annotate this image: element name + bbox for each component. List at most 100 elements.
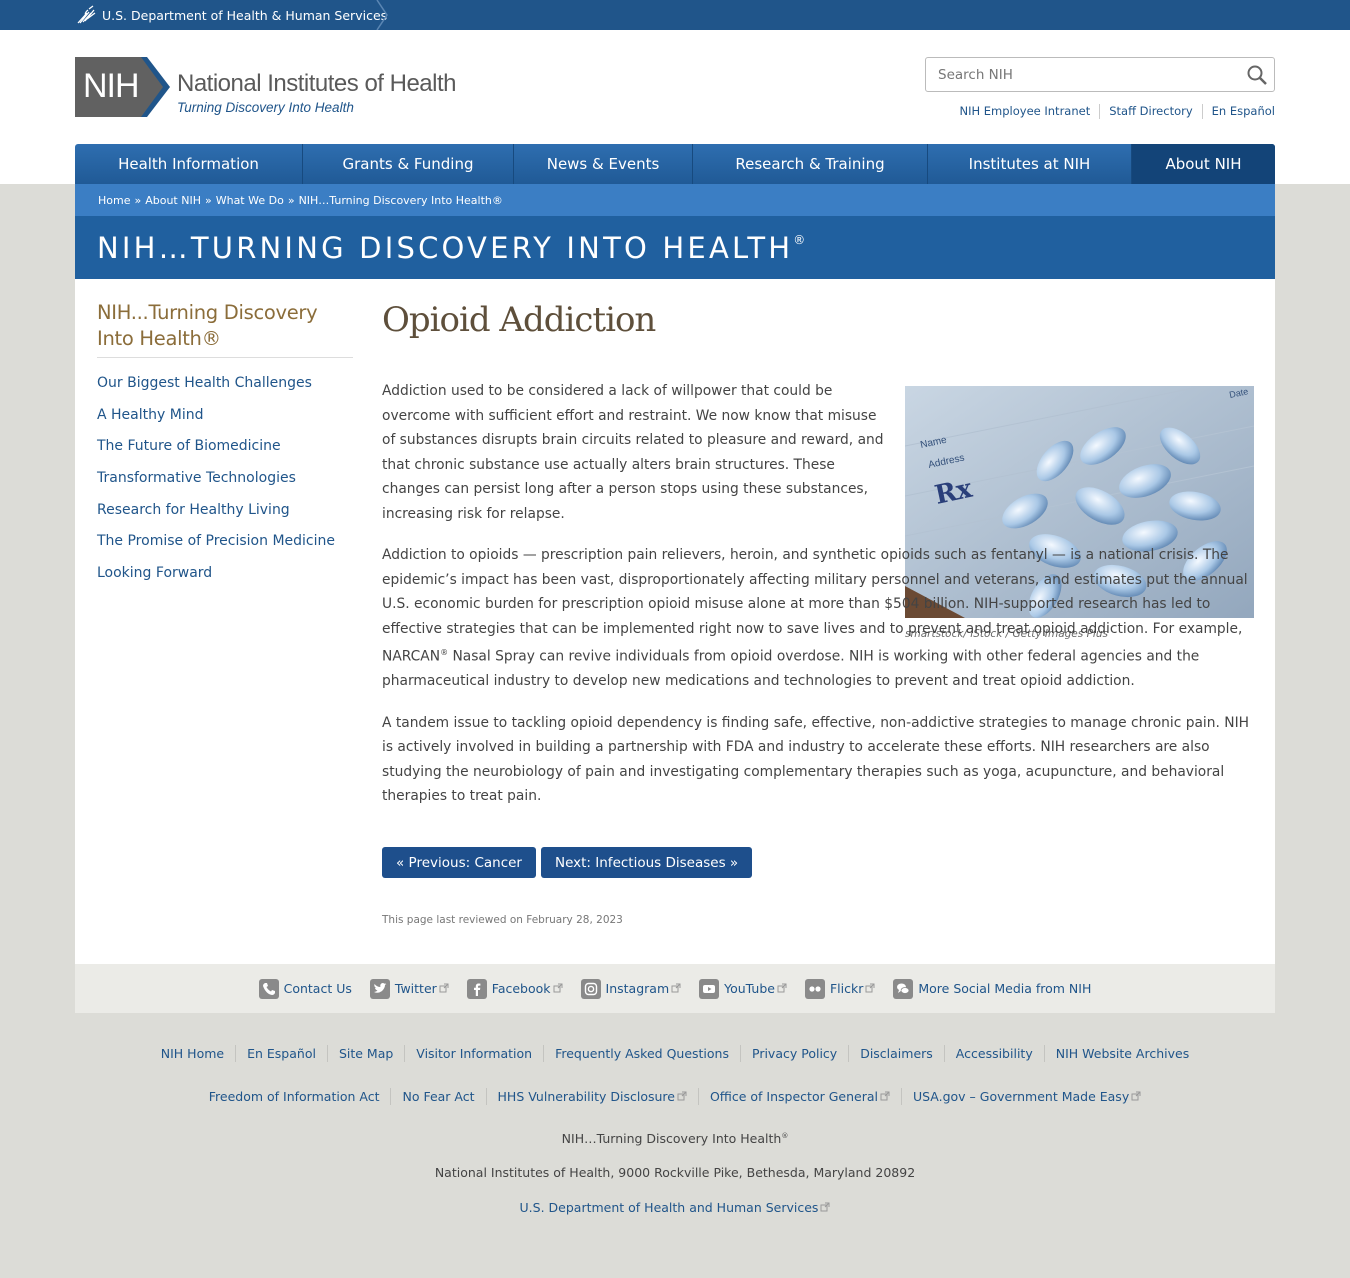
org-name: National Institutes of Health xyxy=(177,70,457,97)
chat-bubbles-icon xyxy=(893,978,914,999)
social-bar: Contact Us Twitter Facebook Instagram Yo… xyxy=(75,964,1275,1013)
footer-links-row-2: Freedom of Information Act No Fear Act H… xyxy=(0,1088,1350,1105)
breadcrumb-about[interactable]: About NIH xyxy=(145,194,201,207)
social-label: Instagram xyxy=(605,981,670,996)
sidebar-list: Our Biggest Health Challenges A Healthy … xyxy=(97,372,353,594)
sidebar-item-transformative-tech[interactable]: Transformative Technologies xyxy=(97,470,296,486)
external-link-icon xyxy=(677,1089,687,1104)
hhs-label: U.S. Department of Health & Human Servic… xyxy=(102,7,388,23)
next-button[interactable]: Next: Infectious Diseases » xyxy=(540,847,753,878)
external-link-icon xyxy=(1131,1089,1141,1104)
footer-privacy[interactable]: Privacy Policy xyxy=(740,1045,848,1062)
nav-research-training[interactable]: Research & Training xyxy=(693,144,928,184)
registered-mark: ® xyxy=(440,648,449,657)
previous-button[interactable]: « Previous: Cancer xyxy=(382,847,536,878)
nav-about-nih[interactable]: About NIH xyxy=(1132,144,1275,184)
article-body: Addiction used to be considered a lack o… xyxy=(382,379,1256,826)
flickr-link[interactable]: Flickr xyxy=(804,978,875,999)
sidebar-item-future-biomedicine[interactable]: The Future of Biomedicine xyxy=(97,438,281,454)
footer-archives[interactable]: NIH Website Archives xyxy=(1043,1045,1201,1062)
sidebar-title[interactable]: NIH...Turning Discovery Into Health® xyxy=(97,300,353,358)
search-input[interactable] xyxy=(926,58,1226,91)
flickr-icon xyxy=(804,978,825,999)
nav-health-information[interactable]: Health Information xyxy=(75,144,303,184)
footer-faq[interactable]: Frequently Asked Questions xyxy=(543,1045,740,1062)
external-link-icon xyxy=(777,981,787,996)
hhs-link[interactable]: U.S. Department of Health & Human Servic… xyxy=(75,0,387,30)
footer-accessibility[interactable]: Accessibility xyxy=(943,1045,1044,1062)
employee-intranet-link[interactable]: NIH Employee Intranet xyxy=(950,104,1099,119)
sidebar-item: A Healthy Mind xyxy=(97,404,353,436)
search-icon[interactable] xyxy=(1246,64,1268,86)
sidebar-item: The Future of Biomedicine xyxy=(97,435,353,467)
social-label: Contact Us xyxy=(283,981,352,996)
phone-icon xyxy=(258,978,279,999)
youtube-link[interactable]: YouTube xyxy=(699,978,787,999)
sidebar-item: Transformative Technologies xyxy=(97,467,353,499)
footer-usa-gov[interactable]: USA.gov – Government Made Easy xyxy=(900,1088,1152,1105)
footer-visitor-info[interactable]: Visitor Information xyxy=(404,1045,543,1062)
external-link-icon xyxy=(671,981,681,996)
main-nav: Health Information Grants & Funding News… xyxy=(75,144,1275,184)
footer-links-row-1: NIH Home En Español Site Map Visitor Inf… xyxy=(0,1045,1350,1062)
hhs-chevron-icon xyxy=(376,0,388,30)
hhs-eagle-icon xyxy=(77,5,96,24)
sidebar-item: Looking Forward xyxy=(97,562,353,594)
twitter-link[interactable]: Twitter xyxy=(369,978,449,999)
staff-directory-link[interactable]: Staff Directory xyxy=(1099,104,1201,119)
external-link-icon xyxy=(880,1089,890,1104)
sidebar-item-looking-forward[interactable]: Looking Forward xyxy=(97,565,212,581)
footer-hhs-link[interactable]: U.S. Department of Health and Human Serv… xyxy=(520,1200,831,1215)
facebook-link[interactable]: Facebook xyxy=(466,978,563,999)
breadcrumb-separator: » xyxy=(134,193,142,207)
nav-institutes[interactable]: Institutes at NIH xyxy=(928,144,1132,184)
page-title: Opioid Addiction xyxy=(382,300,656,340)
sidebar-item-healthy-living[interactable]: Research for Healthy Living xyxy=(97,502,290,518)
paragraph: A tandem issue to tackling opioid depend… xyxy=(382,714,1250,805)
sidebar-item-biggest-challenges[interactable]: Our Biggest Health Challenges xyxy=(97,375,312,391)
footer-tagline: NIH…Turning Discovery Into Health® xyxy=(561,1131,789,1146)
instagram-icon xyxy=(580,978,601,999)
sidebar-item: The Promise of Precision Medicine xyxy=(97,530,353,562)
registered-mark: ® xyxy=(793,232,806,247)
external-link-icon xyxy=(865,981,875,996)
banner-title: NIH…TURNING DISCOVERY INTO HEALTH® xyxy=(97,230,806,265)
facebook-icon xyxy=(466,978,487,999)
sidebar-item: Research for Healthy Living xyxy=(97,499,353,531)
footer-nih-home[interactable]: NIH Home xyxy=(150,1045,235,1062)
social-label: Flickr xyxy=(829,981,864,996)
social-label: Twitter xyxy=(394,981,437,996)
external-link-icon xyxy=(439,981,449,996)
footer-hhs-line: U.S. Department of Health and Human Serv… xyxy=(0,1200,1350,1215)
footer-no-fear[interactable]: No Fear Act xyxy=(390,1088,485,1105)
footer-address: National Institutes of Health, 9000 Rock… xyxy=(434,1165,916,1180)
footer-foia[interactable]: Freedom of Information Act xyxy=(198,1088,391,1105)
contact-us-link[interactable]: Contact Us xyxy=(258,978,352,999)
nav-news-events[interactable]: News & Events xyxy=(514,144,693,184)
nav-grants-funding[interactable]: Grants & Funding xyxy=(303,144,514,184)
social-label: YouTube xyxy=(724,981,775,996)
more-social-link[interactable]: More Social Media from NIH xyxy=(893,978,1091,999)
nih-logo[interactable]: NIH National Institutes of Health Turnin… xyxy=(75,57,475,119)
utility-links: NIH Employee Intranet Staff Directory En… xyxy=(950,104,1275,119)
breadcrumb-home[interactable]: Home xyxy=(98,194,130,207)
footer-disclaimers[interactable]: Disclaimers xyxy=(848,1045,944,1062)
youtube-icon xyxy=(699,978,720,999)
footer-en-espanol[interactable]: En Español xyxy=(235,1045,327,1062)
sidebar-item-healthy-mind[interactable]: A Healthy Mind xyxy=(97,407,203,423)
external-link-icon xyxy=(553,981,563,996)
breadcrumb-current[interactable]: NIH…Turning Discovery Into Health® xyxy=(299,194,503,207)
instagram-link[interactable]: Instagram xyxy=(580,978,682,999)
breadcrumb-what-we-do[interactable]: What We Do xyxy=(216,194,284,207)
search-box xyxy=(925,57,1275,92)
section-banner: NIH…TURNING DISCOVERY INTO HEALTH® xyxy=(75,216,1275,279)
paragraph: Addiction to opioids — prescription pain… xyxy=(382,547,1248,690)
en-espanol-link[interactable]: En Español xyxy=(1201,104,1275,119)
pager: « Previous: Cancer Next: Infectious Dise… xyxy=(382,847,757,878)
breadcrumb-separator: » xyxy=(204,193,212,207)
footer-inspector-general[interactable]: Office of Inspector General xyxy=(697,1088,901,1105)
external-link-icon xyxy=(820,1200,830,1215)
footer-hhs-vulnerability[interactable]: HHS Vulnerability Disclosure xyxy=(485,1088,698,1105)
footer-site-map[interactable]: Site Map xyxy=(326,1045,404,1062)
sidebar-item-precision-medicine[interactable]: The Promise of Precision Medicine xyxy=(97,533,335,549)
